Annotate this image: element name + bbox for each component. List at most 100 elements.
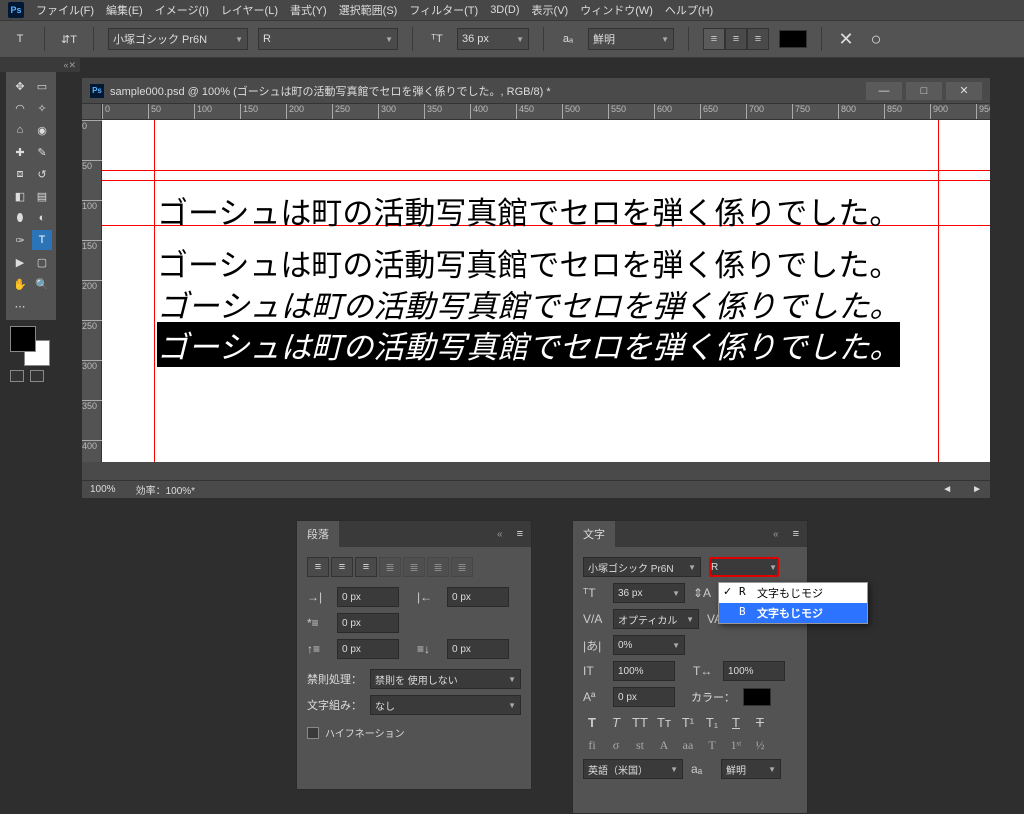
menu-window[interactable]: ウィンドウ(W): [580, 2, 653, 18]
panel-menu-icon[interactable]: ≡: [785, 528, 807, 540]
stylistic-button[interactable]: st: [631, 738, 649, 753]
brush-tool-icon[interactable]: ✎: [32, 142, 52, 162]
type-tool-icon[interactable]: T: [32, 230, 52, 250]
eraser-tool-icon[interactable]: ◧: [10, 186, 30, 206]
char-font-family-select[interactable]: 小塚ゴシック Pr6N▼: [583, 557, 701, 577]
toolbox-collapse[interactable]: « ✕: [0, 58, 80, 72]
cancel-text-button[interactable]: ✕: [836, 29, 856, 49]
panel-collapse-icon[interactable]: «: [767, 529, 785, 540]
align-center-button[interactable]: ≡: [725, 28, 747, 50]
indent-right-input[interactable]: 0 px: [447, 587, 509, 607]
align-left-icon[interactable]: ≡: [307, 557, 329, 577]
justify-left-icon[interactable]: ≣: [379, 557, 401, 577]
canvas[interactable]: ゴーシュは町の活動写真館でセロを弾く係りでした。 ゴーシュは町の活動写真館でセロ…: [102, 120, 990, 462]
fractions-button[interactable]: T: [703, 738, 721, 753]
mojikumi-select[interactable]: なし▼: [370, 695, 521, 715]
maximize-button[interactable]: □: [906, 82, 942, 100]
scroll-right-icon[interactable]: ►: [972, 484, 982, 495]
vscale-input[interactable]: 100%: [613, 661, 675, 681]
font-family-select[interactable]: 小塚ゴシック Pr6N▼: [108, 28, 248, 50]
character-tab[interactable]: 文字: [573, 521, 615, 547]
minimize-button[interactable]: —: [866, 82, 902, 100]
space-after-input[interactable]: 0 px: [447, 639, 509, 659]
hand-tool-icon[interactable]: ✋: [10, 274, 30, 294]
menu-select[interactable]: 選択範囲(S): [339, 2, 398, 18]
guide-line[interactable]: [102, 170, 990, 171]
commit-text-button[interactable]: ○: [866, 29, 886, 49]
marquee-tool-icon[interactable]: ▭: [32, 76, 52, 96]
zoom-level[interactable]: 100%: [90, 484, 116, 495]
font-style-dropdown[interactable]: ✓ R 文字もじモジ B 文字もじモジ: [718, 582, 868, 624]
antialias-select[interactable]: 鮮明▼: [588, 28, 674, 50]
allcaps-button[interactable]: TT: [631, 715, 649, 730]
language-select[interactable]: 英語（米国）▼: [583, 759, 683, 779]
panel-collapse-icon[interactable]: «: [491, 529, 509, 540]
menu-edit[interactable]: 編集(E): [106, 2, 143, 18]
eyedropper-tool-icon[interactable]: ◉: [32, 120, 52, 140]
font-style-option-b[interactable]: B 文字もじモジ: [719, 603, 867, 623]
ruler-vertical[interactable]: 050100150200250300350400450: [82, 120, 102, 462]
pen-tool-icon[interactable]: ✑: [10, 230, 30, 250]
type-tool-icon[interactable]: T: [10, 29, 30, 49]
ruler-horizontal[interactable]: 0501001502002503003504004505005506006507…: [102, 104, 990, 120]
align-center-icon[interactable]: ≡: [331, 557, 353, 577]
space-before-input[interactable]: 0 px: [337, 639, 399, 659]
menu-3d[interactable]: 3D(D): [490, 4, 519, 16]
dodge-tool-icon[interactable]: ◐: [32, 208, 52, 228]
kinsoku-select[interactable]: 禁則を 使用しない▼: [370, 669, 521, 689]
menu-view[interactable]: 表示(V): [532, 2, 569, 18]
text-color-swatch[interactable]: [779, 30, 807, 48]
paragraph-tab[interactable]: 段落: [297, 521, 339, 547]
menu-filter[interactable]: フィルター(T): [409, 2, 478, 18]
shape-tool-icon[interactable]: ▢: [32, 252, 52, 272]
menu-layer[interactable]: レイヤー(L): [221, 2, 278, 18]
text-layer-selected[interactable]: ゴーシュは町の活動写真館でセロを弾く係りでした。: [157, 322, 900, 367]
guide-line[interactable]: [154, 120, 155, 462]
screenmode-icon[interactable]: [30, 370, 44, 382]
move-tool-icon[interactable]: ✥: [10, 76, 30, 96]
document-titlebar[interactable]: Ps sample000.psd @ 100% (ゴーシュは町の活動写真館でセロ…: [82, 78, 990, 104]
tabular-button[interactable]: ½: [751, 738, 769, 753]
color-wells[interactable]: [10, 326, 50, 366]
char-font-size-input[interactable]: 36 px▼: [613, 583, 685, 603]
font-size-select[interactable]: 36 px▼: [457, 28, 529, 50]
italic-button[interactable]: T: [607, 715, 625, 730]
guide-line[interactable]: [102, 180, 990, 181]
bold-button[interactable]: T: [583, 715, 601, 730]
text-layer[interactable]: ゴーシュは町の活動写真館でセロを弾く係りでした。: [157, 281, 900, 326]
lasso-tool-icon[interactable]: ◠: [10, 98, 30, 118]
justify-all-icon[interactable]: ≣: [451, 557, 473, 577]
swash-button[interactable]: σ: [607, 738, 625, 753]
hyphenation-checkbox[interactable]: ハイフネーション: [307, 725, 521, 740]
foreground-color[interactable]: [10, 326, 36, 352]
ordinal-button[interactable]: aa: [679, 738, 697, 753]
oldstyle-button[interactable]: 1ˢᵗ: [727, 738, 745, 753]
text-layer[interactable]: ゴーシュは町の活動写真館でセロを弾く係りでした。: [157, 188, 900, 233]
ligature-button[interactable]: fi: [583, 738, 601, 753]
quickmask-icon[interactable]: [10, 370, 24, 382]
smallcaps-button[interactable]: Tᴛ: [655, 715, 673, 730]
subscript-button[interactable]: T₁: [703, 715, 721, 730]
align-left-button[interactable]: ≡: [703, 28, 725, 50]
extra-tool-icon[interactable]: ⋯: [10, 296, 30, 316]
align-right-button[interactable]: ≡: [747, 28, 769, 50]
indent-first-input[interactable]: 0 px: [337, 613, 399, 633]
menu-file[interactable]: ファイル(F): [36, 2, 94, 18]
justify-right-icon[interactable]: ≣: [427, 557, 449, 577]
scroll-left-icon[interactable]: ◄: [942, 484, 952, 495]
titling-button[interactable]: A: [655, 738, 673, 753]
baseline-input[interactable]: 0 px: [613, 687, 675, 707]
indent-left-input[interactable]: 0 px: [337, 587, 399, 607]
font-style-option-r[interactable]: ✓ R 文字もじモジ: [719, 583, 867, 603]
path-select-tool-icon[interactable]: ▶: [10, 252, 30, 272]
history-brush-tool-icon[interactable]: ↺: [32, 164, 52, 184]
strike-button[interactable]: T: [751, 715, 769, 730]
panel-menu-icon[interactable]: ≡: [509, 528, 531, 540]
align-right-icon[interactable]: ≡: [355, 557, 377, 577]
kerning-select[interactable]: オプティカル▼: [613, 609, 699, 629]
font-style-select[interactable]: R▼: [258, 28, 398, 50]
blur-tool-icon[interactable]: ⬮: [10, 208, 30, 228]
menu-help[interactable]: ヘルプ(H): [665, 2, 713, 18]
stamp-tool-icon[interactable]: ⧈: [10, 164, 30, 184]
guide-line[interactable]: [938, 120, 939, 462]
